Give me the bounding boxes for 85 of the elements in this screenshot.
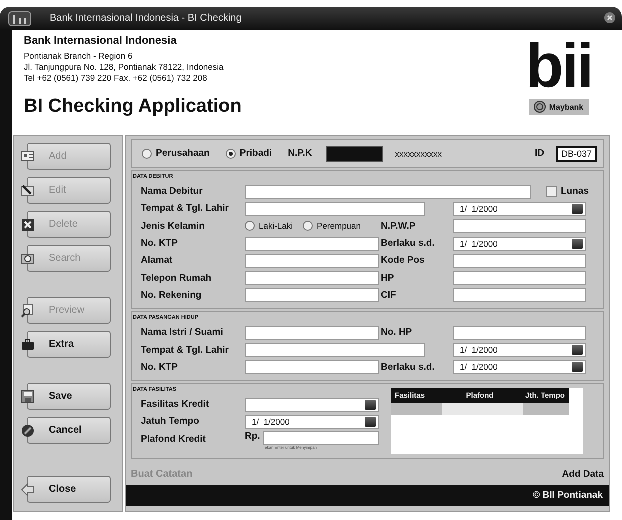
input-field[interactable] — [245, 288, 379, 302]
date-field[interactable]: 1/ 1/2000 — [245, 414, 379, 429]
dropdown-button[interactable] — [365, 416, 376, 427]
close-button[interactable] — [604, 12, 618, 26]
input-field[interactable] — [245, 326, 379, 340]
radio-button[interactable] — [245, 221, 255, 232]
field-label: No. HP — [381, 327, 414, 338]
masked-field — [326, 146, 384, 162]
input-field[interactable] — [453, 254, 586, 268]
date-field[interactable]: 1/ 1/2000 — [453, 360, 586, 374]
input-field[interactable] — [453, 326, 586, 340]
field-label: No. KTP — [141, 238, 179, 250]
field-label: Nama Istri / Suami — [141, 327, 224, 338]
emblem-icon — [534, 101, 546, 113]
card-icon — [21, 150, 35, 164]
logo-tagline: Maybank — [549, 102, 584, 112]
address-line: Jl. Tanjungpura No. 128, Pontianak 78122, Indonesia — [24, 62, 225, 73]
sidebar-button[interactable]: Save — [27, 383, 111, 410]
sidebar-button[interactable]: Cancel — [27, 417, 111, 444]
field-label: Jenis Kelamin — [141, 220, 206, 232]
field-label: Nama Debitur — [141, 186, 204, 198]
radio-button[interactable] — [303, 221, 314, 232]
add-data-link[interactable]: Add Data — [562, 469, 604, 480]
date-field[interactable]: 1/ 1/2000 — [453, 202, 586, 216]
app-title: BI Checking Application — [24, 96, 243, 118]
checkbox-label: Lunas — [561, 186, 589, 198]
date-field[interactable]: 1/ 1/2000 — [453, 343, 586, 358]
radio-button[interactable] — [142, 148, 152, 158]
radio-label: Laki-Laki — [259, 221, 294, 232]
dropdown-button[interactable] — [572, 362, 583, 372]
arrow-left-icon — [21, 483, 35, 497]
sidebar-button[interactable]: Close — [27, 476, 111, 503]
pencil-icon — [21, 184, 35, 198]
input-field[interactable] — [453, 288, 586, 302]
field-label: Fasilitas Kredit — [141, 399, 210, 410]
sidebar-button[interactable]: Extra — [27, 331, 111, 358]
field-label: N.P.W.P — [381, 220, 417, 232]
field-label: Alamat — [141, 255, 174, 266]
checkbox[interactable] — [546, 186, 557, 198]
radio-label: Pribadi — [240, 148, 272, 159]
input-field[interactable] — [453, 271, 586, 286]
address-line: Pontianak Branch - Region 6 — [24, 51, 134, 62]
field-label: Telepon Rumah — [141, 272, 213, 284]
dropdown-button[interactable] — [365, 400, 376, 410]
field-label: Jatuh Tempo — [141, 416, 200, 428]
input-field[interactable] — [245, 236, 379, 251]
date-field[interactable]: 1/ 1/2000 — [453, 236, 586, 251]
dropdown-button[interactable] — [572, 238, 583, 249]
dropdown-field[interactable] — [245, 398, 379, 412]
field-label: Plafond Kredit — [141, 434, 207, 445]
input-field[interactable] — [245, 360, 379, 374]
field-label: No. Rekening — [141, 290, 203, 301]
dropdown-button[interactable] — [572, 345, 583, 356]
field-label: N.P.K — [288, 148, 312, 159]
input-field[interactable] — [245, 343, 425, 358]
currency-label: Rp. — [245, 431, 262, 442]
cross-box-icon — [21, 218, 35, 232]
radio-button[interactable] — [226, 148, 236, 158]
dropdown-button[interactable] — [572, 204, 583, 214]
field-label: Kode Pos — [381, 255, 426, 266]
field-label: Berlaku s.d. — [381, 362, 436, 373]
input-field[interactable] — [245, 202, 425, 216]
field-label: Tempat & Tgl. Lahir — [141, 203, 230, 214]
logo-text: bii — [526, 37, 592, 97]
input-field[interactable] — [245, 271, 379, 286]
radio-label: Perusahaan — [156, 148, 210, 159]
input-field[interactable] — [245, 184, 531, 199]
copyright-text: © BII Pontianak — [533, 490, 603, 501]
field-label: No. KTP — [141, 362, 179, 373]
window-title: Bank Internasional Indonesia - BI Checking — [50, 13, 243, 24]
field-label: Tempat & Tgl. Lahir — [141, 344, 230, 356]
field-label: CIF — [381, 290, 398, 301]
input-field[interactable] — [263, 431, 379, 446]
masked-value: xxxxxxxxxxx — [395, 148, 442, 158]
address-line: Tel +62 (0561) 739 220 Fax. +62 (0561) 732 208 — [24, 73, 208, 84]
id-field: DB-037 — [556, 146, 597, 162]
field-label: HP — [381, 272, 396, 284]
briefcase-icon — [21, 338, 35, 352]
company-name: Bank Internasional Indonesia — [24, 35, 178, 47]
input-field[interactable] — [245, 254, 379, 268]
field-label: ID — [534, 148, 544, 159]
field-label: Berlaku s.d. — [381, 238, 436, 250]
input-field[interactable] — [453, 219, 586, 234]
radio-label: Perempuan — [317, 221, 361, 232]
app-icon — [8, 10, 32, 28]
